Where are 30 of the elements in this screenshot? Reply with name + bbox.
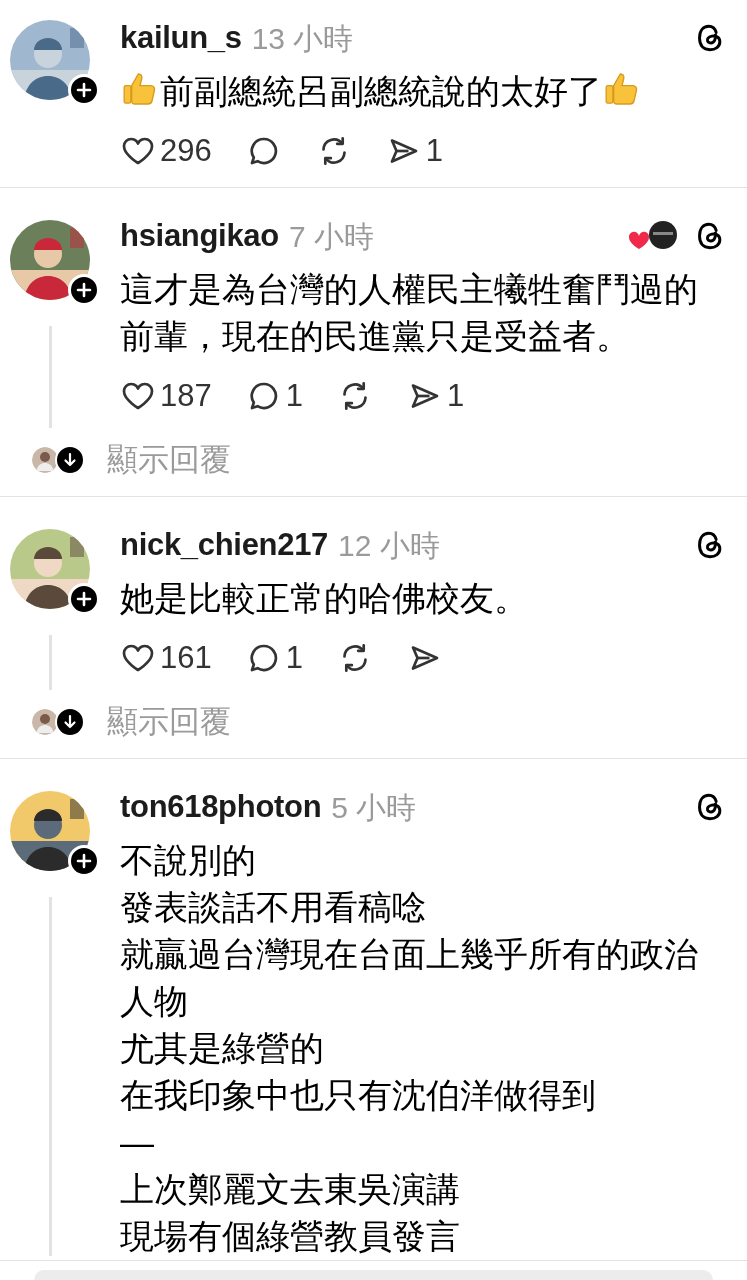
plus-icon xyxy=(76,591,92,607)
post-text: 就贏過台灣現在台面上幾乎所有的政治人物 xyxy=(120,934,699,1022)
reply-button[interactable]: 1 xyxy=(245,372,303,420)
plus-icon xyxy=(76,282,92,298)
reply-button[interactable]: 1 xyxy=(245,634,303,682)
send-button[interactable]: 1 xyxy=(407,372,465,420)
post-text: 現場有個綠營教員發言 xyxy=(120,1216,461,1257)
username[interactable]: kailun_s xyxy=(120,14,242,62)
username[interactable]: hsiangikao xyxy=(120,212,279,260)
plus-icon xyxy=(76,82,92,98)
like-button[interactable]: 161 xyxy=(120,634,212,682)
post-text: 發表談話不用看稿唸 xyxy=(120,887,427,928)
username[interactable]: ton618photon xyxy=(120,783,322,831)
like-button[interactable]: 296 xyxy=(120,127,212,175)
post-text: 尤其是綠營的 xyxy=(120,1028,325,1069)
post-time: 5 小時 xyxy=(331,789,417,826)
post-text: 在我印象中也只有沈伯洋做得到 xyxy=(120,1075,597,1116)
post-text: 前副總統呂副總統說的太好了 xyxy=(120,68,725,115)
post-time: 12 小時 xyxy=(338,527,440,564)
like-button[interactable]: 187 xyxy=(120,372,212,420)
post-text: — xyxy=(120,1122,155,1163)
post-text: 不說別的 xyxy=(120,840,257,881)
plus-icon xyxy=(76,853,92,869)
post-text: 上次鄭麗文去東吳演講 xyxy=(120,1169,461,1210)
post-time: 7 小時 xyxy=(288,218,374,255)
post-text: 她是比較正常的哈佛校友。 xyxy=(120,578,529,619)
post-text: 這才是為台灣的人權民主犧牲奮鬥過的前輩，現在的民進黨只是受益者。 xyxy=(120,269,699,357)
post-time: 13 小時 xyxy=(251,20,354,57)
send-button[interactable]: 1 xyxy=(385,127,443,175)
username[interactable]: nick_chien217 xyxy=(120,521,329,569)
